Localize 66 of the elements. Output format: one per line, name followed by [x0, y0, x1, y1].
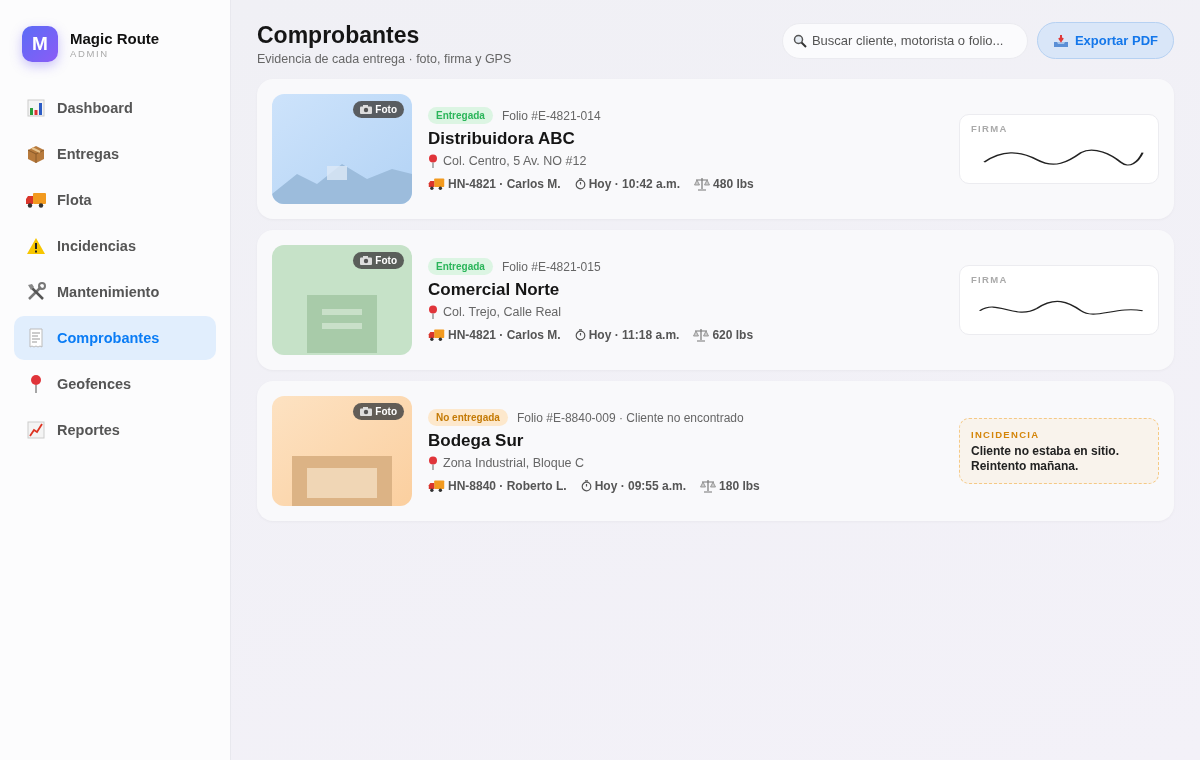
client-name: Distribuidora ABC	[428, 129, 576, 149]
time-text: Hoy · 09:55 a.m.	[594, 479, 687, 493]
sidebar-item[interactable]: Mantenimiento	[14, 270, 216, 314]
truck-icon	[428, 177, 445, 191]
client-name: Bodega Sur	[428, 431, 525, 451]
sidebar-item[interactable]: Flota	[14, 178, 216, 222]
warning-icon	[26, 237, 46, 255]
photo-badge: Foto	[353, 101, 404, 118]
tools-icon	[26, 282, 46, 302]
vehicle-driver-text: HN-4821 · Carlos M.	[448, 328, 561, 342]
stopwatch-icon	[574, 329, 586, 341]
search-icon	[792, 33, 807, 48]
truck-icon	[428, 328, 445, 342]
scale-icon	[693, 328, 710, 342]
signature-label: FIRMA	[971, 123, 1009, 134]
folio-text: Folio #E-4821-015	[501, 259, 601, 274]
time-text: Hoy · 10:42 a.m.	[588, 177, 681, 191]
folio-text: Folio #E-8840-009 · Cliente no encontrado	[516, 410, 744, 425]
pin-icon	[428, 456, 438, 470]
pin-icon	[29, 374, 43, 394]
folio-text: Folio #E-4821-014	[501, 108, 601, 123]
app-logo: M	[22, 26, 58, 62]
status-badge: Entregada	[428, 258, 493, 275]
signature-label: FIRMA	[971, 274, 1009, 285]
incident-label: INCIDENCIA	[971, 429, 1041, 440]
vehicle-driver-text: HN-4821 · Carlos M.	[448, 177, 561, 191]
page-subtitle: Evidencia de cada entrega · foto, firma y GPS	[257, 52, 512, 66]
photo-badge: Foto	[353, 252, 404, 269]
sidebar-item[interactable]: Geofences	[14, 362, 216, 406]
weight-text: 480 lbs	[713, 177, 754, 191]
sidebar-item[interactable]: Incidencias	[14, 224, 216, 268]
stopwatch-icon	[574, 178, 586, 190]
time-text: Hoy · 11:18 a.m.	[588, 328, 680, 342]
inbox-tray-icon	[1052, 33, 1069, 48]
pin-icon	[428, 154, 438, 168]
camera-icon	[360, 407, 373, 416]
sidebar-item[interactable]: Reportes	[14, 408, 216, 452]
page-title: Comprobantes	[257, 22, 421, 49]
scale-icon	[700, 479, 717, 493]
app-name: Magic Route	[70, 29, 160, 47]
stopwatch-icon	[580, 480, 592, 492]
camera-icon	[360, 105, 373, 114]
client-name: Comercial Norte	[428, 280, 561, 300]
incident-text: Cliente no estaba en sitio. Reintento mañana.	[971, 444, 1121, 474]
address-text: Col. Centro, 5 Av. NO #12	[443, 154, 587, 168]
bar-chart-icon	[27, 99, 45, 117]
search-field[interactable]: Buscar cliente, motorista o folio...	[781, 22, 1028, 59]
pin-icon	[428, 305, 438, 319]
sidebar-item[interactable]: Entregas	[14, 132, 216, 176]
address-text: Zona Industrial, Bloque C	[443, 456, 585, 470]
receipt-icon	[28, 328, 44, 348]
truck-icon	[25, 191, 47, 209]
photo-badge: Foto	[353, 403, 404, 420]
weight-text: 620 lbs	[712, 328, 754, 342]
sidebar-item[interactable]: Dashboard	[14, 86, 216, 130]
truck-icon	[428, 479, 445, 493]
user-role: ADMIN	[70, 47, 110, 59]
weight-text: 180 lbs	[719, 479, 760, 493]
status-badge: Entregada	[428, 107, 493, 124]
address-text: Col. Trejo, Calle Real	[443, 305, 562, 319]
trend-chart-icon	[27, 421, 45, 439]
vehicle-driver-text: HN-8840 · Roberto L.	[448, 479, 567, 493]
camera-icon	[360, 256, 373, 265]
package-icon	[26, 144, 46, 164]
status-badge: No entregada	[428, 409, 508, 426]
scale-icon	[694, 177, 711, 191]
